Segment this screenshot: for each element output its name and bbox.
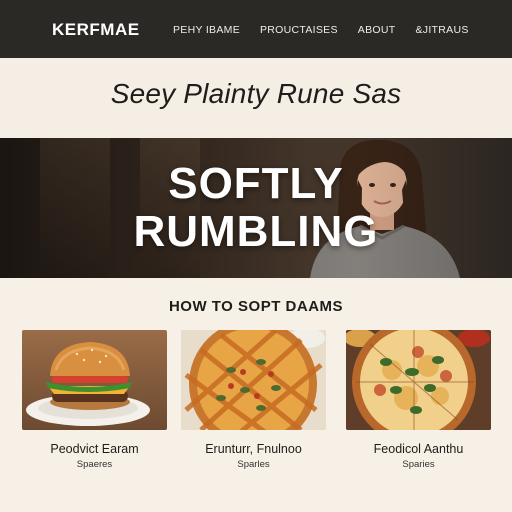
- nav-link-about[interactable]: ABOUT: [358, 24, 396, 36]
- product-card-3[interactable]: Feodicol Aanthu Sparies: [346, 330, 491, 470]
- pizza-lattice-image: [181, 330, 326, 430]
- product-card-1[interactable]: Peodvict Earam Spaeres: [22, 330, 167, 470]
- nav-links: PEHY IBAME PROUCTAISES ABOUT &JITRAUS: [173, 24, 489, 36]
- hero-title-line-1: SOFTLY: [168, 159, 344, 208]
- top-nav: KERFMAE PEHY IBAME PROUCTAISES ABOUT &JI…: [0, 0, 512, 58]
- tagline-banner: Seey Plainty Rune Sas: [0, 58, 512, 138]
- hero-banner: SOFTLY RUMBLING: [0, 138, 512, 278]
- burger-image: [22, 330, 167, 430]
- tagline: Seey Plainty Rune Sas: [110, 78, 402, 109]
- product-card-2[interactable]: Erunturr, Fnulnoo Sparles: [181, 330, 326, 470]
- nav-link-4[interactable]: &JITRAUS: [415, 24, 468, 36]
- hero-title-line-2: RUMBLING: [133, 207, 379, 256]
- card-subtitle: Spaeres: [76, 459, 113, 470]
- card-title: Feodicol Aanthu: [373, 442, 464, 456]
- pizza-basil-image: [346, 330, 491, 430]
- nav-link-2[interactable]: PROUCTAISES: [260, 24, 338, 36]
- card-title: Peodvict Earam: [50, 442, 139, 456]
- card-subtitle: Sparles: [237, 459, 270, 470]
- nav-link-1[interactable]: PEHY IBAME: [173, 24, 240, 36]
- card-title: Erunturr, Fnulnoo: [205, 442, 302, 456]
- card-subtitle: Sparies: [402, 459, 435, 470]
- section-title: HOW TO SOPT DAAMS: [168, 298, 344, 315]
- site-logo[interactable]: KERFMAE: [52, 20, 140, 40]
- hero-title: SOFTLY RUMBLING: [0, 160, 512, 256]
